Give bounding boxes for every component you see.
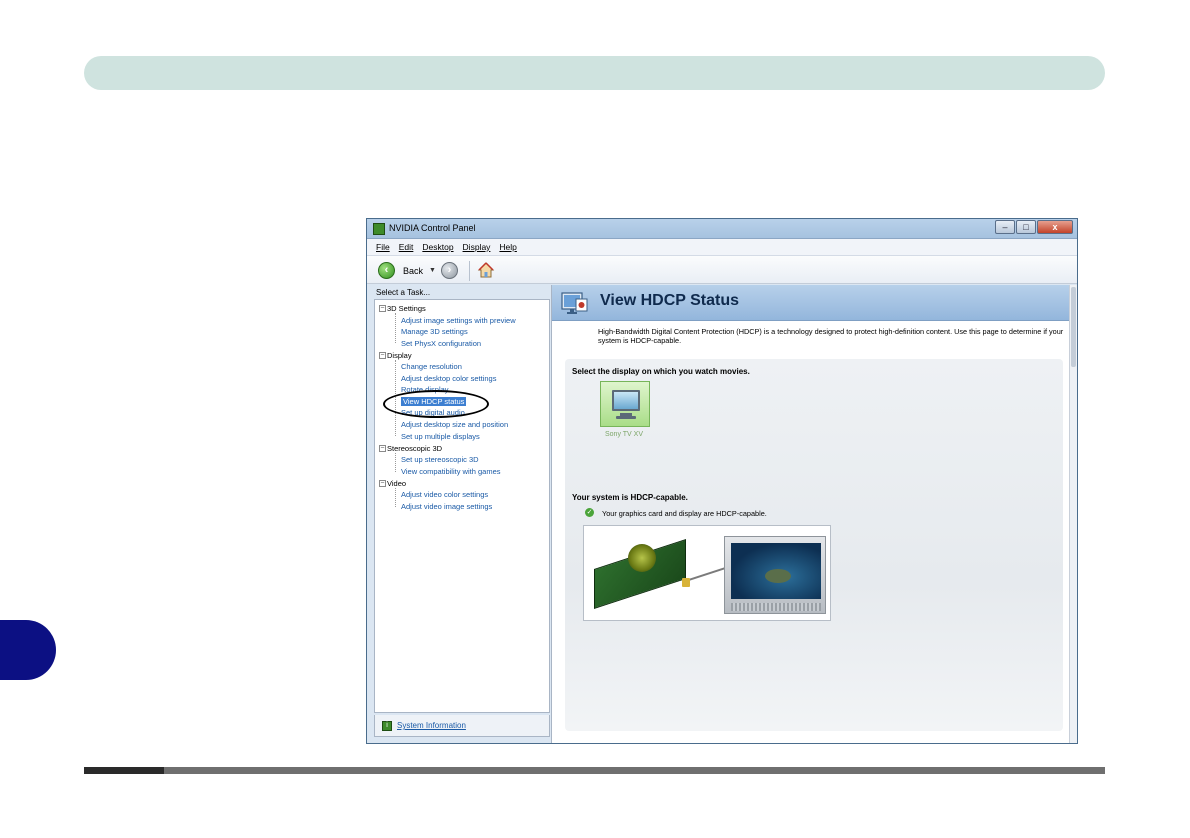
- tree-category-3d-settings[interactable]: 3D Settings: [387, 304, 426, 313]
- tree-item-set-physx[interactable]: Set PhysX configuration: [401, 339, 481, 348]
- monitor-base: [616, 416, 636, 419]
- window-controls: – □ x: [995, 220, 1073, 234]
- task-tree: – 3D Settings Adjust image settings with…: [374, 299, 550, 713]
- page-title: View HDCP Status: [600, 292, 740, 309]
- tree-category-display[interactable]: Display: [387, 351, 412, 360]
- tv-screen: [731, 543, 821, 599]
- monitor-icon: [612, 390, 640, 411]
- nvidia-control-panel-window: NVIDIA Control Panel – □ x File Edit Des…: [366, 218, 1078, 744]
- system-information-link[interactable]: System Information: [397, 721, 466, 730]
- tree-connector: [395, 453, 396, 472]
- tree-item-adjust-desktop-size[interactable]: Adjust desktop size and position: [401, 420, 508, 429]
- tree-item-view-compatibility[interactable]: View compatibility with games: [401, 467, 501, 476]
- callout-ellipse: [383, 390, 489, 418]
- window-title: NVIDIA Control Panel: [389, 223, 476, 233]
- menu-bar: File Edit Desktop Display Help: [367, 239, 1077, 256]
- footer-rule: [84, 767, 1105, 774]
- vertical-scrollbar[interactable]: [1069, 285, 1077, 743]
- menu-file[interactable]: File: [376, 242, 390, 252]
- hdcp-page-icon: [561, 292, 588, 314]
- select-display-label: Select the display on which you watch mo…: [572, 367, 750, 376]
- tree-item-adjust-video-color[interactable]: Adjust video color settings: [401, 490, 488, 499]
- collapse-toggle-stereoscopic-3d[interactable]: –: [379, 445, 386, 452]
- tree-item-set-up-stereoscopic[interactable]: Set up stereoscopic 3D: [401, 455, 479, 464]
- menu-display[interactable]: Display: [463, 242, 491, 252]
- minimize-button[interactable]: –: [995, 220, 1015, 234]
- page-header-bar: [84, 56, 1105, 90]
- graphics-card-fan: [628, 544, 656, 572]
- content-pane: View HDCP Status High-Bandwidth Digital …: [551, 285, 1071, 743]
- forward-icon[interactable]: ›: [441, 262, 458, 279]
- menu-desktop[interactable]: Desktop: [422, 242, 453, 252]
- tree-item-manage-3d-settings[interactable]: Manage 3D settings: [401, 327, 468, 336]
- page-banner: View HDCP Status: [552, 285, 1071, 321]
- hdcp-status-detail: Your graphics card and display are HDCP-…: [602, 509, 767, 518]
- hdcp-status-heading: Your system is HDCP-capable.: [572, 493, 688, 502]
- menu-edit[interactable]: Edit: [399, 242, 414, 252]
- info-icon: i: [382, 721, 392, 731]
- close-button[interactable]: x: [1037, 220, 1073, 234]
- tv-image: [724, 536, 826, 614]
- collapse-toggle-3d-settings[interactable]: –: [379, 305, 386, 312]
- tree-connector: [395, 313, 396, 343]
- check-icon: ✓: [585, 508, 594, 517]
- tree-item-set-up-multiple-displays[interactable]: Set up multiple displays: [401, 432, 480, 441]
- tree-connector: [395, 488, 396, 507]
- sea-turtle-image: [765, 569, 791, 583]
- toolbar: ‹ Back ▼ ›: [367, 256, 1077, 284]
- task-pane-header: Select a Task...: [376, 288, 431, 297]
- back-button-label[interactable]: Back: [403, 266, 423, 276]
- tree-category-video[interactable]: Video: [387, 479, 406, 488]
- nvidia-app-icon: [373, 223, 385, 235]
- hdcp-content-panel: Select the display on which you watch mo…: [565, 359, 1063, 731]
- tree-item-adjust-desktop-color[interactable]: Adjust desktop color settings: [401, 374, 496, 383]
- display-name-label[interactable]: Sony TV XV: [605, 431, 643, 438]
- tv-speaker: [731, 603, 821, 611]
- system-information-bar: i System Information: [374, 715, 550, 737]
- tree-item-adjust-video-image[interactable]: Adjust video image settings: [401, 502, 492, 511]
- manual-page: NVIDIA Control Panel – □ x File Edit Des…: [0, 0, 1190, 838]
- menu-help[interactable]: Help: [499, 242, 516, 252]
- collapse-toggle-video[interactable]: –: [379, 480, 386, 487]
- tree-item-change-resolution[interactable]: Change resolution: [401, 362, 462, 371]
- collapse-toggle-display[interactable]: –: [379, 352, 386, 359]
- window-titlebar[interactable]: NVIDIA Control Panel – □ x: [367, 219, 1077, 239]
- page-description: High-Bandwidth Digital Content Protectio…: [598, 327, 1064, 345]
- back-icon[interactable]: ‹: [378, 262, 395, 279]
- toolbar-separator: [469, 261, 470, 281]
- home-icon[interactable]: [477, 261, 495, 279]
- lock-icon: [682, 578, 690, 587]
- footer-rule-accent: [84, 767, 164, 774]
- hdcp-illustration: [583, 525, 831, 621]
- maximize-button[interactable]: □: [1016, 220, 1036, 234]
- scrollbar-thumb[interactable]: [1071, 287, 1076, 367]
- display-selector-tile[interactable]: [600, 381, 650, 427]
- tree-item-adjust-image-settings[interactable]: Adjust image settings with preview: [401, 316, 516, 325]
- chapter-tab: [0, 620, 56, 680]
- history-dropdown-icon[interactable]: ▼: [429, 267, 436, 274]
- tree-category-stereoscopic-3d[interactable]: Stereoscopic 3D: [387, 444, 442, 453]
